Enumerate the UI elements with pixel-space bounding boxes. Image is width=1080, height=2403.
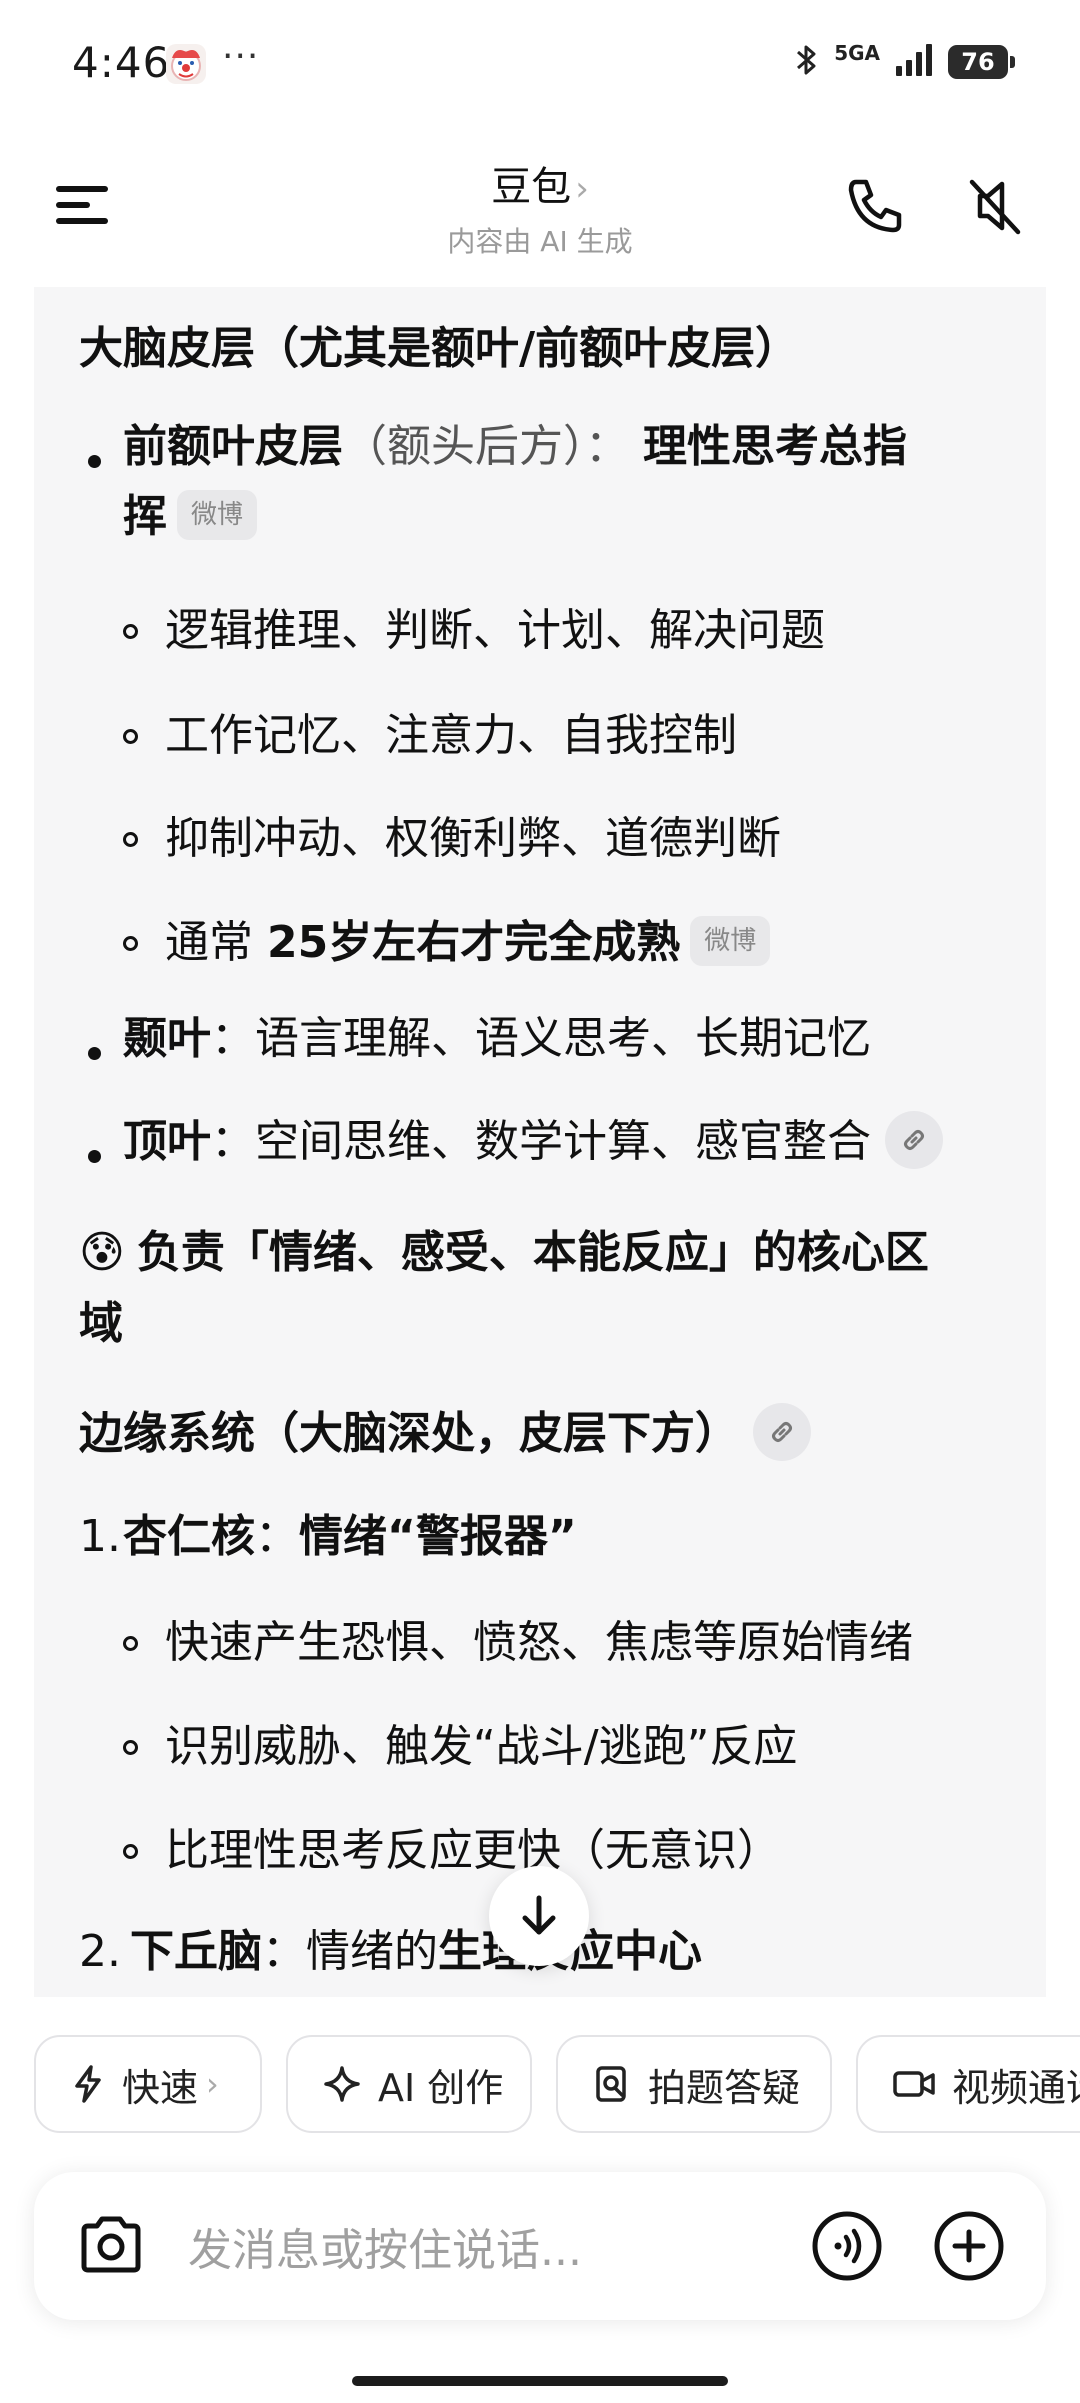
lightning-icon — [75, 2065, 101, 2103]
bullet-dot — [88, 1150, 101, 1163]
sub-bullet-ring — [123, 1844, 138, 1859]
list-number: 2. — [79, 1926, 121, 1977]
voice-wave-icon[interactable] — [810, 2209, 884, 2287]
pfc-item-1: 逻辑推理、判断、计划、解决问题 — [165, 605, 825, 656]
amygdala-label: 杏仁核 — [123, 1511, 255, 1562]
bluetooth-icon — [794, 42, 820, 82]
pfc-location: （额头后方）： — [343, 421, 629, 472]
search-doc-icon — [596, 2066, 626, 2102]
chat-header: 豆包 › 内容由 AI 生成 — [0, 140, 1080, 270]
hypothalamus-colon: ： — [262, 1926, 306, 1977]
amygdala-item-2: 识别威胁、触发“战斗/逃跑”反应 — [165, 1721, 798, 1772]
status-more-indicator: ··· — [222, 36, 260, 77]
arrow-down-icon — [522, 1895, 556, 1935]
sub-bullet-ring — [123, 1740, 138, 1755]
status-bar: 4:46 ··· 5GA 76 — [0, 0, 1080, 130]
quick-action-video-call[interactable]: 视频通话 — [856, 2035, 1080, 2133]
bullet-dot — [88, 455, 101, 468]
temporal-text: ：语言理解、语义思考、长期记忆 — [211, 1013, 871, 1064]
list-number: 1. — [79, 1511, 121, 1562]
status-right-cluster: 5GA 76 — [794, 40, 1015, 84]
hypothalamus-text: 情绪的 — [306, 1926, 438, 1977]
ai-generated-notice: 内容由 AI 生成 — [447, 225, 633, 258]
emoji-heading: 😰 负责「情绪、感受、本能反应」的核心区 — [79, 1221, 929, 1285]
amygdala-colon: ： — [255, 1511, 299, 1562]
pfc-item-4-bold: 25岁左右才完全成熟 — [267, 917, 681, 968]
sub-bullet-ring — [123, 832, 138, 847]
chat-title[interactable]: 豆包 — [491, 164, 571, 210]
anxious-face-emoji: 😰 — [79, 1227, 125, 1278]
quick-action-label: AI 创作 — [378, 2065, 504, 2110]
quick-action-ai-create[interactable]: AI 创作 — [286, 2035, 532, 2133]
list-item-hypothalamus: 下丘脑：情绪的生理反应中心 — [130, 1920, 702, 1984]
chat-message-card: 大脑皮层（尤其是额叶/前额叶皮层） 前额叶皮层（额头后方）： 理性思考总指 挥微博… — [34, 287, 1046, 1997]
pfc-item-4: 通常 25岁左右才完全成熟 微博 — [165, 911, 771, 975]
quick-actions-row: 快速› AI 创作 拍题答疑 视频通话 — [34, 2035, 1080, 2137]
pfc-role: 理性思考总指 — [643, 421, 907, 472]
quick-action-photo-question[interactable]: 拍题答疑 — [556, 2035, 832, 2133]
pfc-role-cont: 挥 — [123, 491, 167, 542]
quick-action-label: 快速 — [122, 2065, 199, 2110]
battery-icon: 76 — [948, 45, 1015, 79]
plus-icon[interactable] — [932, 2209, 1006, 2287]
quick-action-label: 拍题答疑 — [648, 2065, 801, 2110]
hypothalamus-label: 下丘脑 — [130, 1926, 262, 1977]
link-icon[interactable] — [885, 1111, 943, 1169]
home-indicator[interactable] — [352, 2376, 728, 2386]
list-item-pfc: 前额叶皮层（额头后方）： 理性思考总指 — [123, 415, 907, 479]
list-item-pfc-cont: 挥微博 — [123, 485, 258, 549]
quick-action-fast[interactable]: 快速 › — [34, 2035, 262, 2133]
signal-icon — [894, 42, 934, 82]
phone-icon[interactable] — [838, 170, 910, 242]
source-chip-weibo[interactable]: 微博 — [177, 490, 258, 540]
sub-bullet-ring — [123, 729, 138, 744]
speaker-muted-icon[interactable] — [958, 170, 1030, 242]
sparkle-icon — [324, 2066, 360, 2102]
pfc-item-2: 工作记忆、注意力、自我控制 — [165, 710, 737, 761]
limbic-heading-text: 边缘系统（大脑深处，皮层下方） — [79, 1408, 739, 1459]
network-type-label: 5GA — [834, 41, 880, 65]
pfc-item-3: 抑制冲动、权衡利弊、道德判断 — [165, 813, 781, 864]
pfc-label: 前额叶皮层 — [123, 421, 343, 472]
parietal-label: 顶叶 — [123, 1116, 211, 1167]
temporal-label: 颞叶 — [123, 1013, 211, 1064]
message-input-placeholder[interactable]: 发消息或按住说话... — [188, 2214, 582, 2278]
pfc-item-4-prefix: 通常 — [165, 917, 267, 968]
title-chevron-icon: › — [575, 169, 589, 209]
scroll-to-bottom-button[interactable] — [489, 1866, 589, 1966]
list-item-amygdala: 杏仁核：情绪“警报器” — [123, 1505, 577, 1569]
bullet-dot — [88, 1047, 101, 1060]
video-icon — [893, 2071, 935, 2097]
emoji-heading-cont: 域 — [79, 1298, 123, 1349]
limbic-heading: 边缘系统（大脑深处，皮层下方） — [79, 1402, 811, 1466]
status-time: 4:46 — [72, 38, 171, 87]
title-block[interactable]: 豆包 › 内容由 AI 生成 — [0, 154, 1080, 260]
amygdala-item-1: 快速产生恐惧、愤怒、焦虑等原始情绪 — [165, 1617, 913, 1668]
parietal-text: ：空间思维、数学计算、感官整合 — [211, 1116, 871, 1167]
chevron-right-icon: › — [206, 2065, 219, 2103]
list-item-temporal: 颞叶：语言理解、语义思考、长期记忆 — [123, 1007, 871, 1071]
list-item-parietal: 顶叶：空间思维、数学计算、感官整合 — [123, 1110, 943, 1174]
heading-cortex: 大脑皮层（尤其是额叶/前额叶皮层） — [79, 323, 800, 374]
amygdala-role: 情绪“警报器” — [299, 1511, 577, 1562]
quick-action-label: 视频通话 — [952, 2065, 1080, 2110]
sub-bullet-ring — [123, 624, 138, 639]
camera-icon[interactable] — [76, 2212, 146, 2282]
emoji-heading-text: 负责「情绪、感受、本能反应」的核心区 — [136, 1227, 929, 1278]
sub-bullet-ring — [123, 936, 138, 951]
message-input-bar[interactable]: 发消息或按住说话... — [34, 2172, 1046, 2320]
amygdala-item-3: 比理性思考反应更快（无意识） — [165, 1825, 781, 1876]
source-chip-weibo[interactable]: 微博 — [690, 916, 771, 966]
link-icon[interactable] — [753, 1403, 811, 1461]
sub-bullet-ring — [123, 1636, 138, 1651]
clown-face-app-icon — [166, 44, 206, 84]
